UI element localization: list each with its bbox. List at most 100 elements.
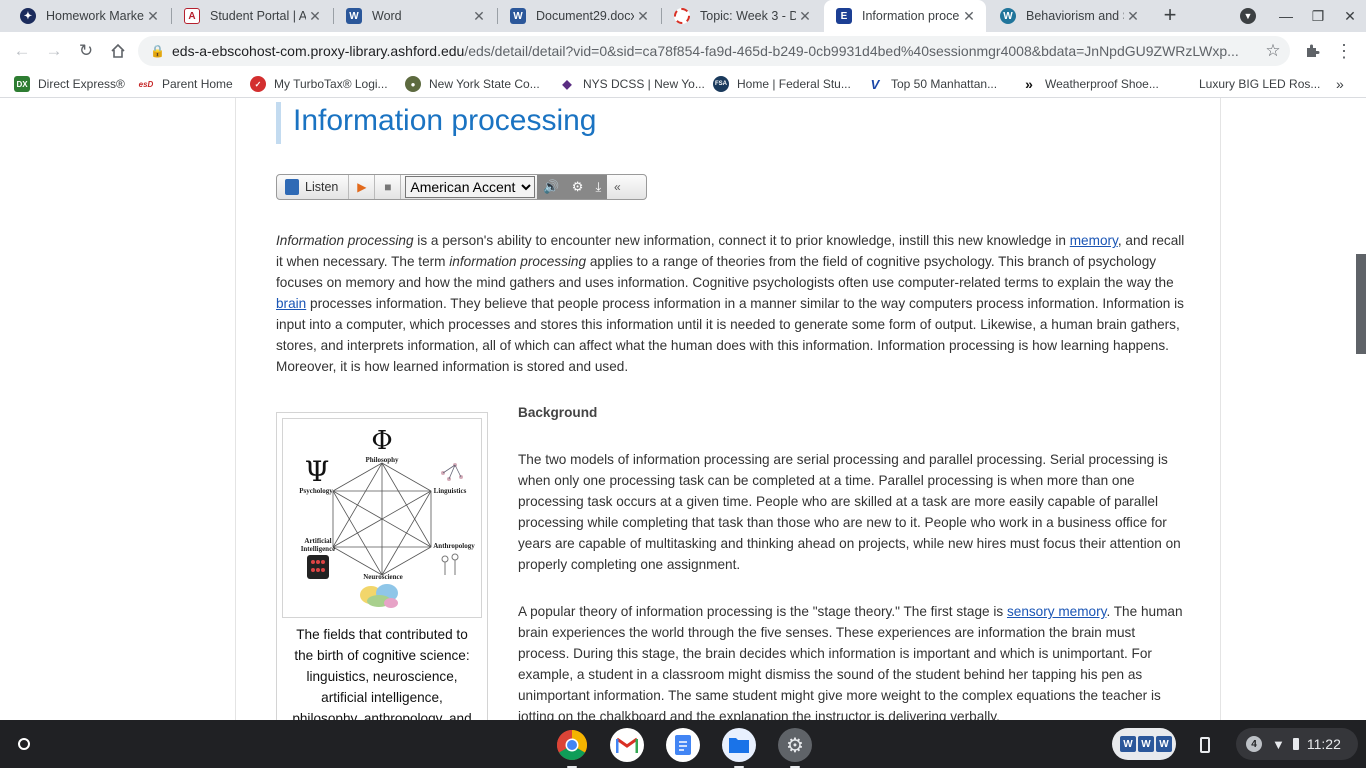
tab-homework-market[interactable]: ✦ Homework Market ✕ [8,0,170,32]
chrome-icon [556,730,588,761]
direct-express-icon: DX [14,76,30,92]
more-vert-icon: ⋮ [1335,40,1353,61]
gear-icon[interactable]: ⚙ [572,179,584,195]
nys-seal-icon: ● [405,76,421,92]
forward-button[interactable]: → [40,37,68,65]
tab-behaviorism[interactable]: W Behaviorism and S ✕ [988,0,1150,32]
svg-text:Φ: Φ [371,426,392,456]
chrome-app[interactable] [555,728,589,768]
restore-icon: ❐ [1311,7,1325,24]
close-icon[interactable]: ✕ [470,8,488,25]
settings-icon: ⚙ [786,734,804,757]
docs-app[interactable] [666,728,700,762]
figure-box: Φ Ψ Philosophy Psychology Linguistics Ar… [276,412,488,720]
minimize-button[interactable]: — [1270,0,1302,32]
figure-caption: The fields that contributed to the birth… [292,627,472,720]
files-app[interactable] [722,728,756,768]
restore-button[interactable]: ❐ [1302,0,1334,32]
speaker-doc-icon [285,179,299,195]
tab-title: Homework Market [46,9,144,23]
close-icon[interactable]: ✕ [960,8,978,25]
settings-app[interactable]: ⚙ [778,728,812,768]
tab-search-button[interactable]: ▼ [1232,0,1264,32]
gmail-icon [616,737,638,753]
article-title: Information processing [276,102,597,144]
close-icon[interactable]: ✕ [1124,8,1142,25]
home-icon [111,43,125,58]
reload-button[interactable]: ↻ [72,37,100,65]
label-philosophy: Philosophy [365,456,399,464]
phone-hub-button[interactable] [1188,728,1222,762]
home-button[interactable] [104,37,132,65]
play-button[interactable]: ▶ [349,175,376,199]
chevron-right-icon: » [1336,76,1344,92]
tab-topic-week3[interactable]: Topic: Week 3 - Dis ✕ [662,0,822,32]
discussion-icon [674,8,690,24]
tab-document29[interactable]: W Document29.docx ✕ [498,0,660,32]
pinned-word-docs[interactable]: W W W [1112,728,1176,760]
esd-icon: esD [138,79,154,89]
download-icon[interactable]: ⤓ [596,179,602,195]
bookmark-nys[interactable]: ● New York State Co... [405,70,540,98]
term-italic: information processing [449,254,587,269]
volume-icon[interactable]: 🔊 [543,179,559,195]
bookmark-manhattan[interactable]: V Top 50 Manhattan... [867,70,997,98]
url-path: /eds/detail/detail?vid=0&sid=ca78f854-fa… [464,43,1239,59]
chevron-down-icon: ▼ [1240,8,1256,24]
word-icon: W [1120,736,1136,752]
accent-select[interactable]: American Accent [405,176,536,198]
close-icon[interactable]: ✕ [306,8,324,25]
address-bar[interactable]: 🔒 eds-a-ebscohost-com.proxy-library.ashf… [138,36,1290,66]
browser-toolbar: ← → ↻ 🔒 eds-a-ebscohost-com.proxy-librar… [0,32,1366,70]
stop-icon: ■ [384,180,392,194]
play-icon: ▶ [357,180,367,194]
close-window-button[interactable]: ✕ [1334,0,1366,32]
tab-title: Information proce [862,9,960,23]
bookmark-direct-express[interactable]: DX Direct Express® [14,70,125,98]
bookmark-turbotax[interactable]: ✓ My TurboTax® Logi... [250,70,388,98]
bookmark-weatherproof[interactable]: » Weatherproof Shoe... [1021,70,1159,98]
url-host: eds-a-ebscohost-com.proxy-library.ashfor… [172,43,465,59]
bookmarks-overflow-button[interactable]: » [1336,70,1344,98]
close-icon[interactable]: ✕ [144,8,162,25]
docs-icon [675,735,691,755]
turbotax-icon: ✓ [250,76,266,92]
collapse-button[interactable]: « [607,180,627,194]
ebsco-icon: E [836,8,852,24]
minimize-icon: — [1279,8,1293,24]
tab-title: Topic: Week 3 - Dis [700,9,796,23]
tab-title: Document29.docx [536,9,634,23]
bookmark-label: New York State Co... [429,77,540,91]
gmail-app[interactable] [610,728,644,762]
files-icon [729,738,749,753]
close-icon[interactable]: ✕ [634,8,652,25]
back-button[interactable]: ← [8,37,36,65]
status-tray[interactable]: 4 ▼ 11:22 [1236,728,1358,760]
launcher-button[interactable] [10,730,38,758]
intro-paragraph: Information processing is a person's abi… [276,230,1186,377]
brain-link[interactable]: brain [276,296,306,311]
label-artificial-intelligence: Artificial Intelligence [300,537,336,553]
close-icon[interactable]: ✕ [796,8,814,25]
bookmark-label: Parent Home [162,77,233,91]
bookmark-fsa[interactable]: FSA Home | Federal Stu... [713,70,851,98]
tab-information-processing[interactable]: E Information proce ✕ [824,0,986,32]
page-content: Information processing Listen ▶ ■ Americ… [0,98,1366,720]
bookmark-parent-home[interactable]: esD Parent Home [138,70,233,98]
chevron-double-left-icon: « [614,180,621,194]
lock-icon: 🔒 [150,44,165,58]
memory-link[interactable]: memory [1070,233,1118,248]
bookmark-dcss[interactable]: ◆ NYS DCSS | New Yo... [559,70,704,98]
tab-student-portal[interactable]: A Student Portal | As ✕ [172,0,332,32]
menu-button[interactable]: ⋮ [1330,37,1358,65]
stop-button[interactable]: ■ [375,175,402,199]
bookmark-luxury-led[interactable]: Luxury BIG LED Ros... [1199,70,1320,98]
listen-button[interactable]: Listen [277,175,350,199]
sensory-memory-link[interactable]: sensory memory [1007,604,1106,619]
scrollbar-thumb[interactable] [1356,254,1366,354]
extensions-button[interactable] [1298,37,1326,65]
new-tab-button[interactable]: + [1158,4,1182,28]
bookmark-star-icon[interactable]: ☆ [1256,41,1290,61]
cognitive-science-figure[interactable]: Φ Ψ Philosophy Psychology Linguistics Ar… [282,418,482,618]
tab-word[interactable]: W Word ✕ [334,0,496,32]
